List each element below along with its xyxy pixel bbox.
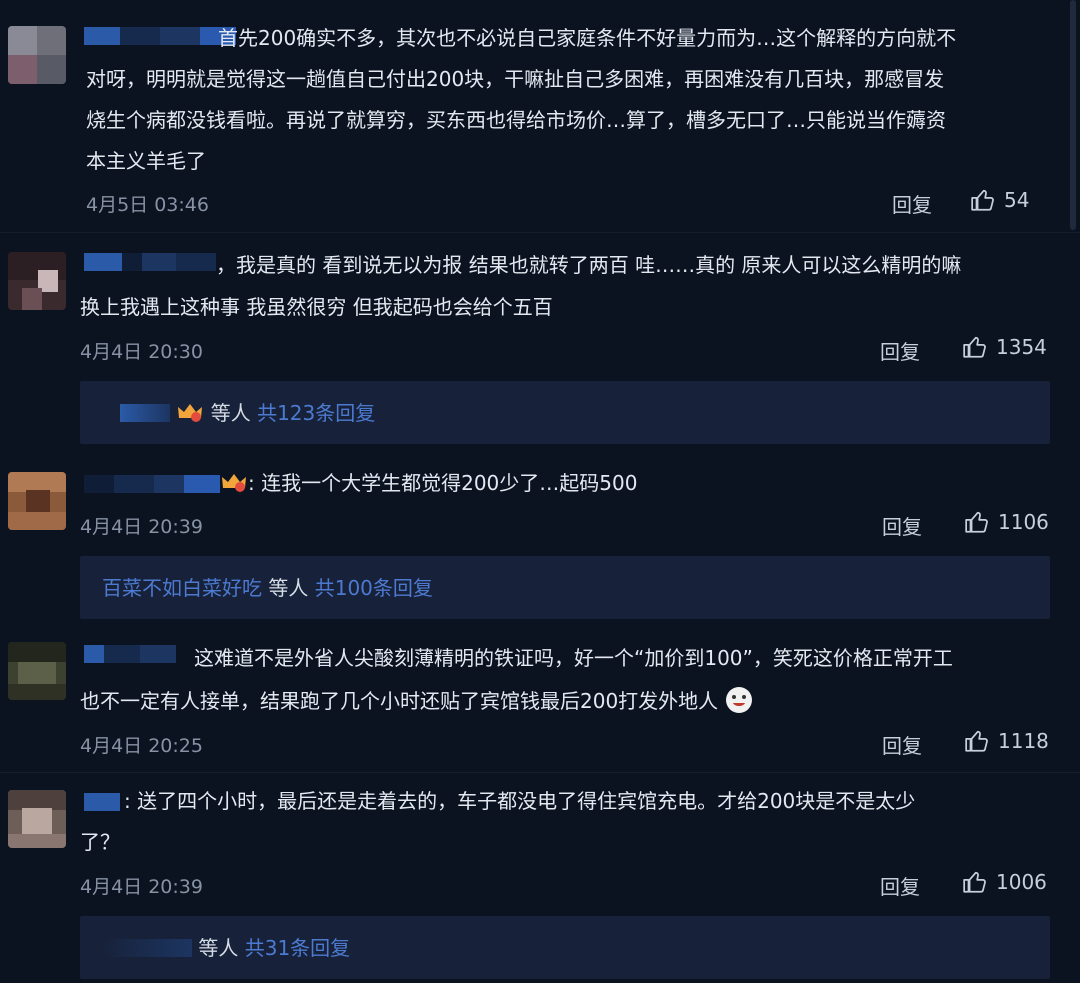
comment-time: 4月4日 20:25 <box>80 735 203 757</box>
reply-button[interactable]: 回复 <box>880 871 920 900</box>
reply-button[interactable]: 回复 <box>880 336 920 365</box>
sub-replies-count-link[interactable]: 共31条回复 <box>245 936 350 960</box>
sub-replies-box[interactable]: 等人 共123条回复 <box>80 381 1050 444</box>
comment-text: : 连我一个大学生都觉得200少了…起码500 <box>220 463 637 504</box>
like-count: 1006 <box>996 870 1047 894</box>
like-button[interactable]: 1118 <box>964 728 1049 754</box>
sub-replies-box[interactable]: 等人 共31条回复 <box>80 916 1050 979</box>
sub-replies-summary[interactable]: 等人 共123条回复 <box>120 397 375 426</box>
reply-button[interactable]: 回复 <box>892 189 932 218</box>
comment-time: 4月5日 03:46 <box>86 194 209 216</box>
like-button[interactable]: 54 <box>970 187 1029 213</box>
like-count: 1106 <box>998 510 1049 534</box>
like-button[interactable]: 1006 <box>962 869 1047 895</box>
avatar[interactable] <box>8 26 66 84</box>
sub-replies-count-link[interactable]: 共100条回复 <box>315 576 433 600</box>
sub-reply-username[interactable]: 百菜不如白菜好吃 <box>102 576 262 600</box>
comment-time: 4月4日 20:39 <box>80 876 203 898</box>
reply-button[interactable]: 回复 <box>882 511 922 540</box>
comment-text: 烧生个病都没钱看啦。再说了就算穷，买东西也得给市场价…算了，槽多无口了…只能说当… <box>86 108 946 132</box>
username-blurred <box>102 939 192 957</box>
comment-text: 对呀，明明就是觉得这一趟值自己付出200块，干嘛扯自己多困难，再困难没有几百块，… <box>86 67 945 91</box>
username-blurred[interactable] <box>84 792 120 812</box>
avatar[interactable] <box>8 472 66 530</box>
avatar[interactable] <box>8 790 66 848</box>
scrollbar[interactable] <box>1070 0 1076 230</box>
avatar[interactable] <box>8 642 66 700</box>
thumbs-up-icon <box>963 336 986 358</box>
comment-text: 了？ <box>80 830 120 854</box>
comment-time: 4月4日 20:30 <box>80 341 203 363</box>
like-count: 1118 <box>998 729 1049 753</box>
crown-badge-icon <box>178 404 203 422</box>
username-blurred[interactable] <box>84 252 216 272</box>
like-button[interactable]: 1106 <box>964 509 1049 535</box>
comment-text: 换上我遇上这种事 我虽然很穷 但我起码也会给个五百 <box>80 295 553 319</box>
thumbs-up-icon <box>963 871 986 893</box>
comment-text: 也不一定有人接单，结果跑了几个小时还贴了宾馆钱最后200打发外地人 <box>80 681 753 722</box>
like-count: 54 <box>1004 188 1030 212</box>
username-blurred <box>120 404 170 422</box>
username-blurred[interactable] <box>84 644 176 664</box>
avatar[interactable] <box>8 252 66 310</box>
sub-others: 等人 <box>210 401 251 425</box>
comment-text: 这难道不是外省人尖酸刻薄精明的铁证吗，好一个“加价到100”，笑死这价格正常开工 <box>194 646 953 670</box>
laughing-emoji-icon <box>725 687 752 713</box>
sub-replies-box[interactable]: 百菜不如白菜好吃 等人 共100条回复 <box>80 556 1050 619</box>
reply-button[interactable]: 回复 <box>882 730 922 759</box>
username-blurred[interactable] <box>84 474 220 494</box>
sub-others: 等人 <box>198 936 239 960</box>
username-blurred[interactable] <box>84 26 236 46</box>
comment-text: : 送了四个小时，最后还是走着去的，车子都没电了得住宾馆充电。才给200块是不是… <box>124 789 916 813</box>
like-count: 1354 <box>996 335 1047 359</box>
comment-text: ，我是真的 看到说无以为报 结果也就转了两百 哇……真的 原来人可以这么精明的嘛 <box>216 253 962 277</box>
sub-replies-summary[interactable]: 百菜不如白菜好吃 等人 共100条回复 <box>102 572 433 601</box>
thumbs-up-icon <box>965 730 988 752</box>
like-button[interactable]: 1354 <box>962 334 1047 360</box>
comment-time: 4月4日 20:39 <box>80 516 203 538</box>
sub-others: 等人 <box>268 576 309 600</box>
divider <box>0 232 1080 233</box>
divider <box>0 772 1080 773</box>
sub-replies-count-link[interactable]: 共123条回复 <box>257 401 375 425</box>
thumbs-up-icon <box>971 189 994 211</box>
comment-text: 首先200确实不多，其次也不必说自己家庭条件不好量力而为…这个解释的方向就不 <box>218 26 957 50</box>
sub-replies-summary[interactable]: 等人 共31条回复 <box>102 932 350 961</box>
crown-badge-icon <box>222 474 246 492</box>
comment-text: 本主义羊毛了 <box>86 149 206 173</box>
thumbs-up-icon <box>965 511 988 533</box>
